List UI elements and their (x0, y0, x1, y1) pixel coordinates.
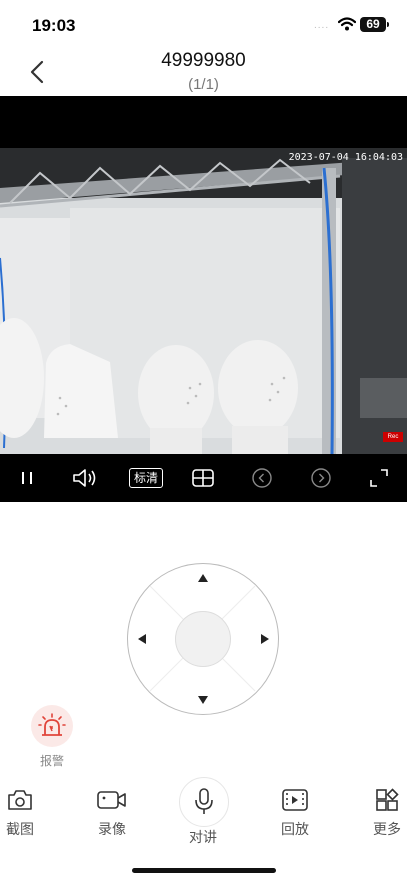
signal-dots: .... (314, 20, 330, 31)
video-timestamp: 2023-07-04 16:04:03 (288, 152, 403, 163)
ptz-center-button[interactable] (175, 611, 231, 667)
arrow-down-icon[interactable] (198, 696, 208, 704)
arrow-up-icon[interactable] (198, 574, 208, 582)
talk-button[interactable] (179, 777, 229, 827)
playback-label: 回放 (281, 821, 309, 837)
split-screen-button[interactable] (186, 463, 220, 493)
alarm-button[interactable] (31, 705, 73, 747)
battery-tip (387, 22, 389, 27)
device-count: (1/1) (188, 76, 219, 93)
film-playback-icon (282, 789, 308, 811)
fullscreen-icon (370, 469, 388, 487)
quality-button[interactable]: 标清 (124, 463, 168, 493)
video-camera-icon (97, 791, 126, 809)
camera-feed[interactable]: 2023-07-04 16:04:03 Rec (0, 148, 407, 454)
playback-button[interactable]: 回放 (265, 785, 325, 839)
alarm-label: 报警 (39, 754, 64, 768)
speaker-icon (73, 469, 96, 487)
rec-badge: Rec (383, 432, 403, 442)
screenshot-label: 截图 (6, 821, 34, 837)
grid-icon (192, 469, 214, 487)
video-controls-bar: 标清 (0, 455, 407, 503)
volume-button[interactable] (68, 463, 102, 493)
chevron-right-icon (311, 468, 331, 488)
talk-label: 对讲 (189, 829, 217, 845)
pause-icon (22, 472, 32, 484)
arrow-right-icon[interactable] (261, 634, 269, 644)
pause-button[interactable] (10, 463, 44, 493)
fullscreen-button[interactable] (362, 463, 396, 493)
wifi-icon (338, 17, 356, 31)
quality-label: 标清 (128, 468, 163, 488)
more-button[interactable]: 更多 (357, 785, 407, 839)
record-label: 录像 (98, 821, 126, 837)
device-title: 49999980 (161, 50, 246, 71)
record-button[interactable]: 录像 (82, 785, 142, 839)
previous-channel-button[interactable] (245, 463, 279, 493)
status-time: 19:03 (32, 16, 76, 35)
arrow-left-icon[interactable] (138, 634, 146, 644)
microphone-icon (195, 788, 213, 814)
battery-indicator: 69 (360, 17, 386, 32)
alarm-siren-icon (38, 713, 66, 736)
more-label: 更多 (373, 821, 401, 837)
camera-scene (0, 148, 407, 454)
next-channel-button[interactable] (304, 463, 338, 493)
chevron-left-icon (252, 468, 272, 488)
apps-grid-icon (376, 788, 399, 811)
screenshot-button[interactable]: 截图 (0, 785, 50, 839)
camera-icon (8, 790, 32, 810)
home-indicator[interactable] (132, 868, 276, 873)
